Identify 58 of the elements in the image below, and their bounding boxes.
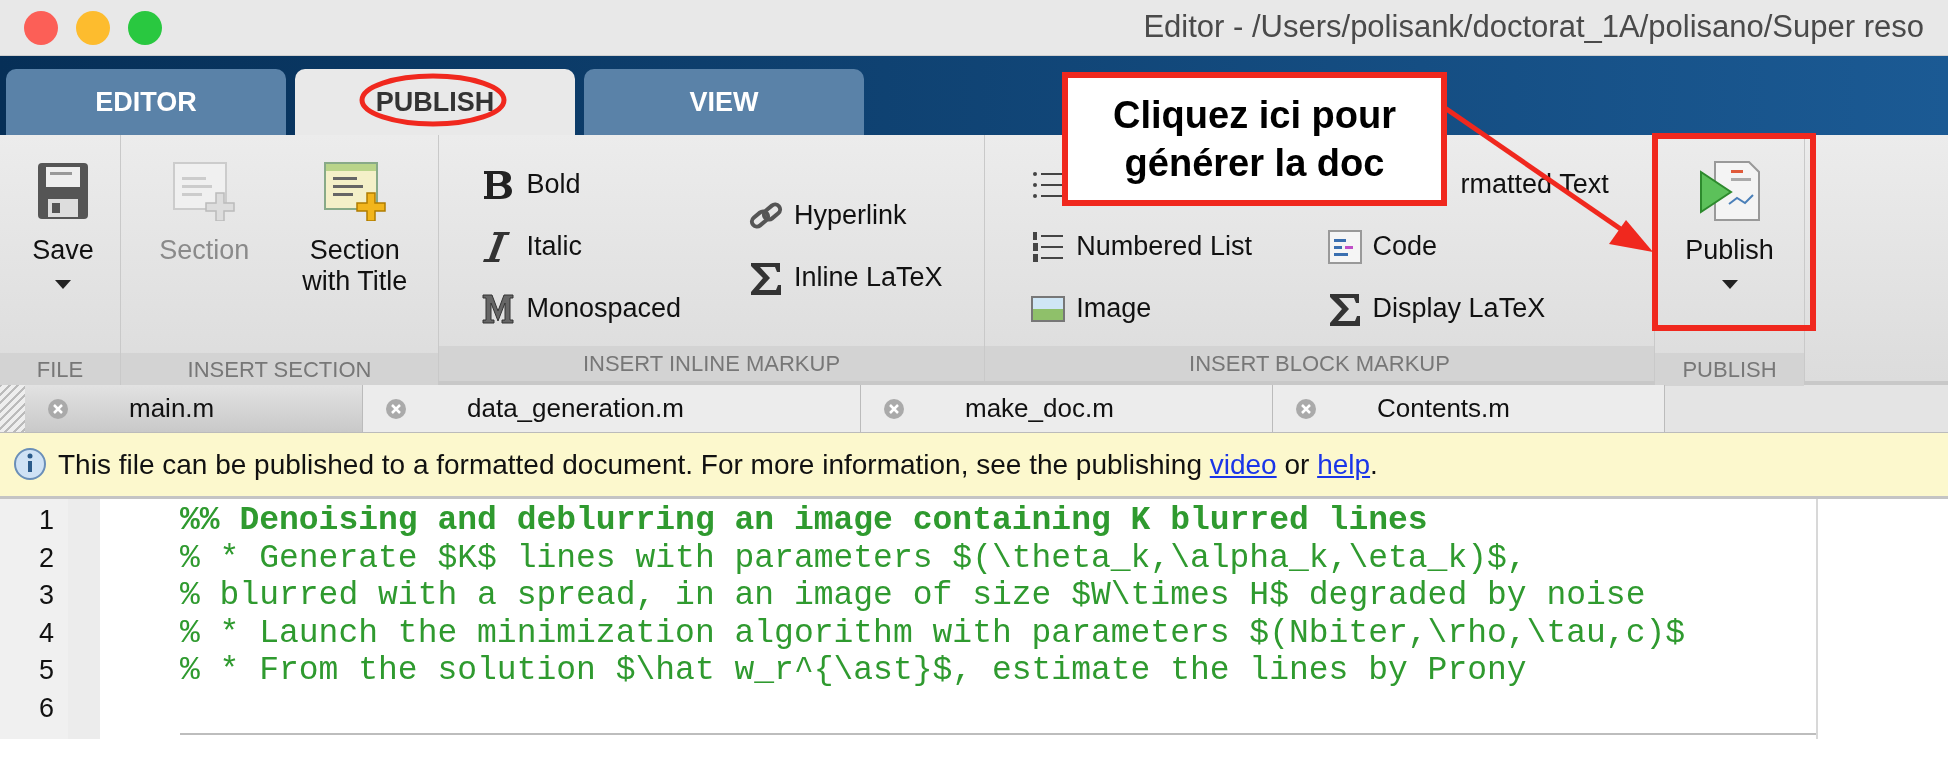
ribbon-item[interactable]: Italic [480,215,682,278]
close-window-button[interactable] [24,10,58,45]
section-with-title-icon [322,161,387,221]
file-tab[interactable]: main.m [25,385,363,432]
info-icon [12,446,48,483]
close-icon[interactable] [883,397,905,420]
line-number: 4 [38,616,54,650]
code-block-icon [1326,228,1363,265]
ribbon-button[interactable]: Save [8,147,118,353]
file-tab[interactable]: make_doc.m [861,385,1273,432]
ribbon-tab[interactable]: PUBLISH [295,69,575,135]
close-icon[interactable] [385,397,407,420]
callout-text: Cliquez ici pour [1113,93,1396,138]
group-label: PUBLISH [1682,356,1777,384]
close-icon[interactable] [47,397,69,420]
code-line: %% Denoising and deblurring an image containing K blurred lines [180,502,1428,540]
group-label: INSERT BLOCK MARKUP [1189,350,1450,378]
ribbon-button[interactable]: Section with Title [299,147,410,353]
section-icon [172,161,237,221]
file-tab-label: make_doc.m [965,392,1114,425]
ribbon-tab[interactable]: EDITOR [6,69,286,135]
ribbon-button[interactable]: Publish [1674,147,1785,353]
file-tab-label: Contents.m [1377,392,1510,425]
ribbon-item[interactable]: Display LaTeX [1326,277,1609,340]
close-icon[interactable] [1295,397,1317,420]
ribbon-item[interactable]: Inline LaTeX [747,246,943,309]
ribbon-item[interactable]: Numbered List [1030,215,1252,278]
info-message: This file can be published to a formatted document. For more information, see the publishing video or help. [58,447,1378,482]
file-tab[interactable]: Contents.m [1273,385,1665,432]
ribbon-tab[interactable]: VIEW [584,69,864,135]
help-link[interactable]: video [1209,448,1277,480]
help-link[interactable]: help [1317,448,1371,480]
ribbon-item[interactable]: Bold [480,153,682,216]
group-label: FILE [36,356,84,384]
zoom-window-button[interactable] [128,10,162,45]
drag-handle[interactable] [0,385,25,432]
file-tab[interactable]: data_generation.m [363,385,861,432]
line-number: 6 [38,691,54,725]
code-line: % blurred with a spread, in an image of size $W\times H$ degraded by noise [180,577,1646,615]
ribbon-item[interactable]: Hyperlink [747,184,943,247]
ribbon-item[interactable]: rmatted Text [1460,164,1609,205]
line-number: 3 [38,579,54,612]
group-label: INSERT SECTION [187,356,372,384]
file-tab-label: data_generation.m [467,392,684,425]
line-number: 2 [38,541,54,575]
callout-text: générer la doc [1124,141,1385,186]
ribbon-item[interactable]: Image [1030,277,1252,340]
code-line: % * From the solution $\hat w_r^{\ast}$, estimate the lines by Prony [180,652,1527,690]
group-label: INSERT INLINE MARKUP [582,350,841,378]
ribbon-item[interactable]: Code [1326,215,1609,278]
line-number: 5 [38,654,54,687]
code-line: % * Launch the minimization algorithm with parameters $(Nbiter,\rho,\tau,c)$ [180,614,1686,652]
line-number: 1 [38,504,54,537]
file-tab-label: main.m [129,392,215,425]
ribbon-item[interactable]: Monospaced [480,277,682,340]
window-title: Editor - /Users/polisank/doctorat_1A/polisano/Super reso [1143,8,1924,47]
code-line: % * Generate $K$ lines with parameters $(\theta_k,\alpha_k,\eta_k)$, [180,539,1527,577]
minimize-window-button[interactable] [76,10,110,45]
